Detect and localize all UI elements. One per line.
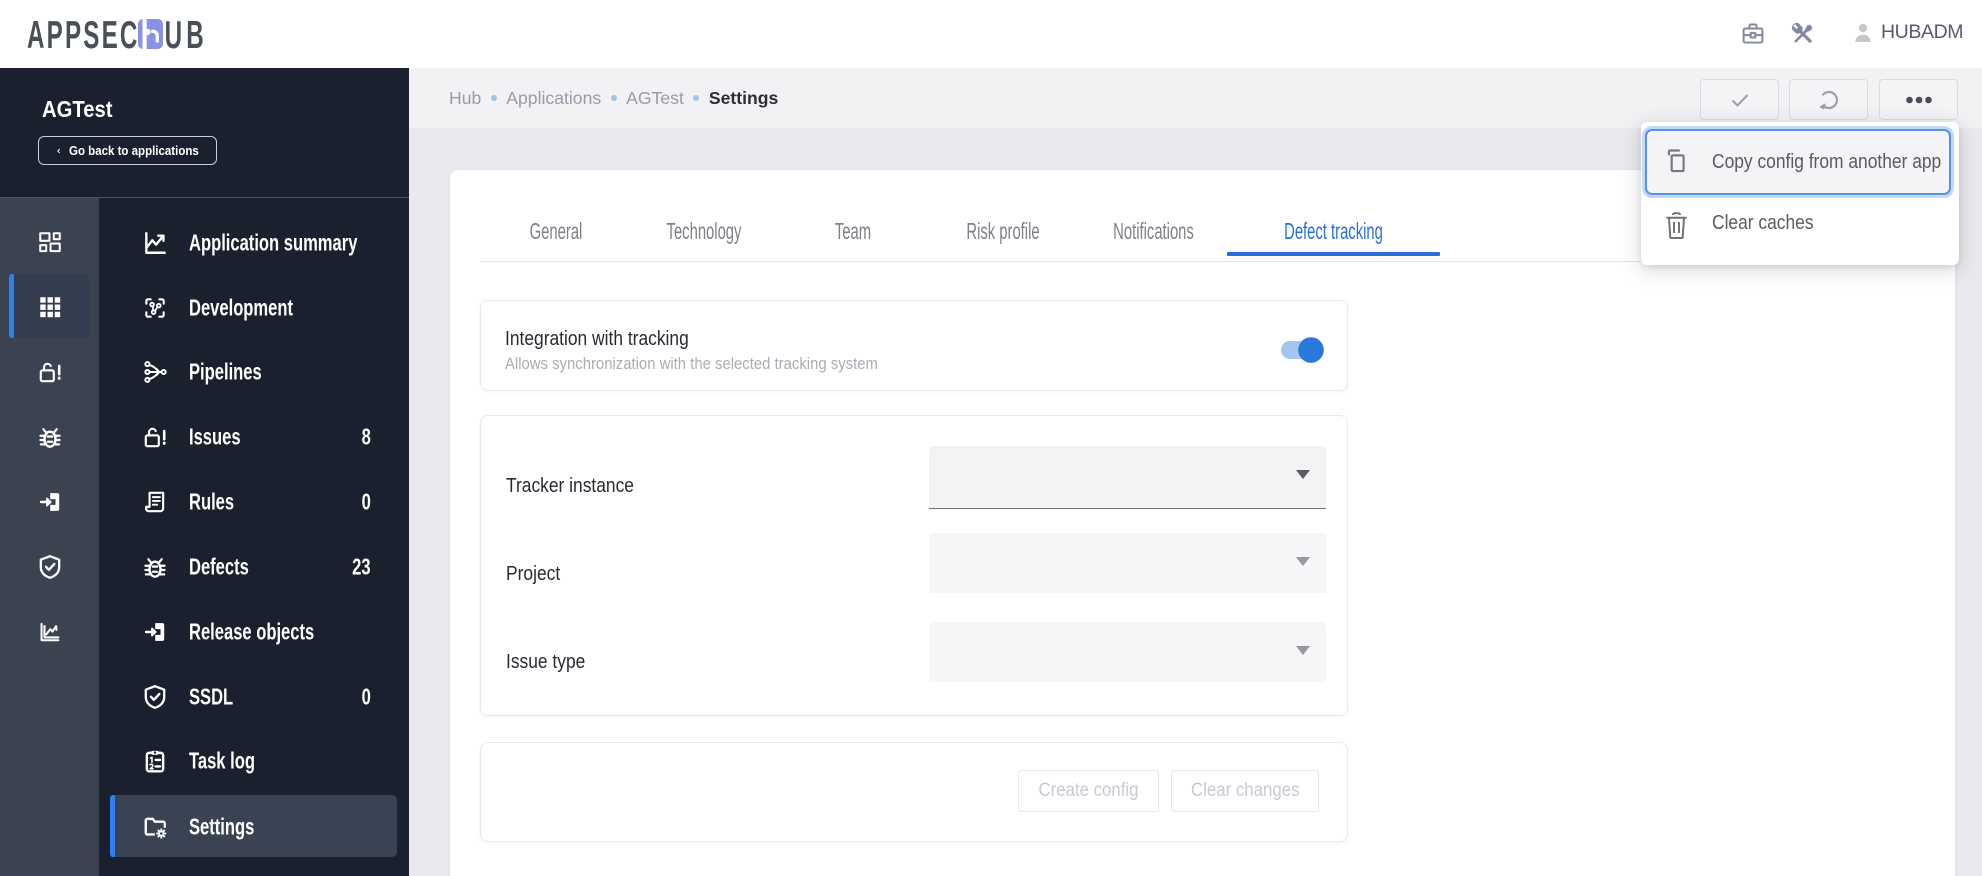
svg-text:APPSEC: APPSEC: [27, 14, 137, 54]
svg-text:UB: UB: [165, 14, 204, 54]
